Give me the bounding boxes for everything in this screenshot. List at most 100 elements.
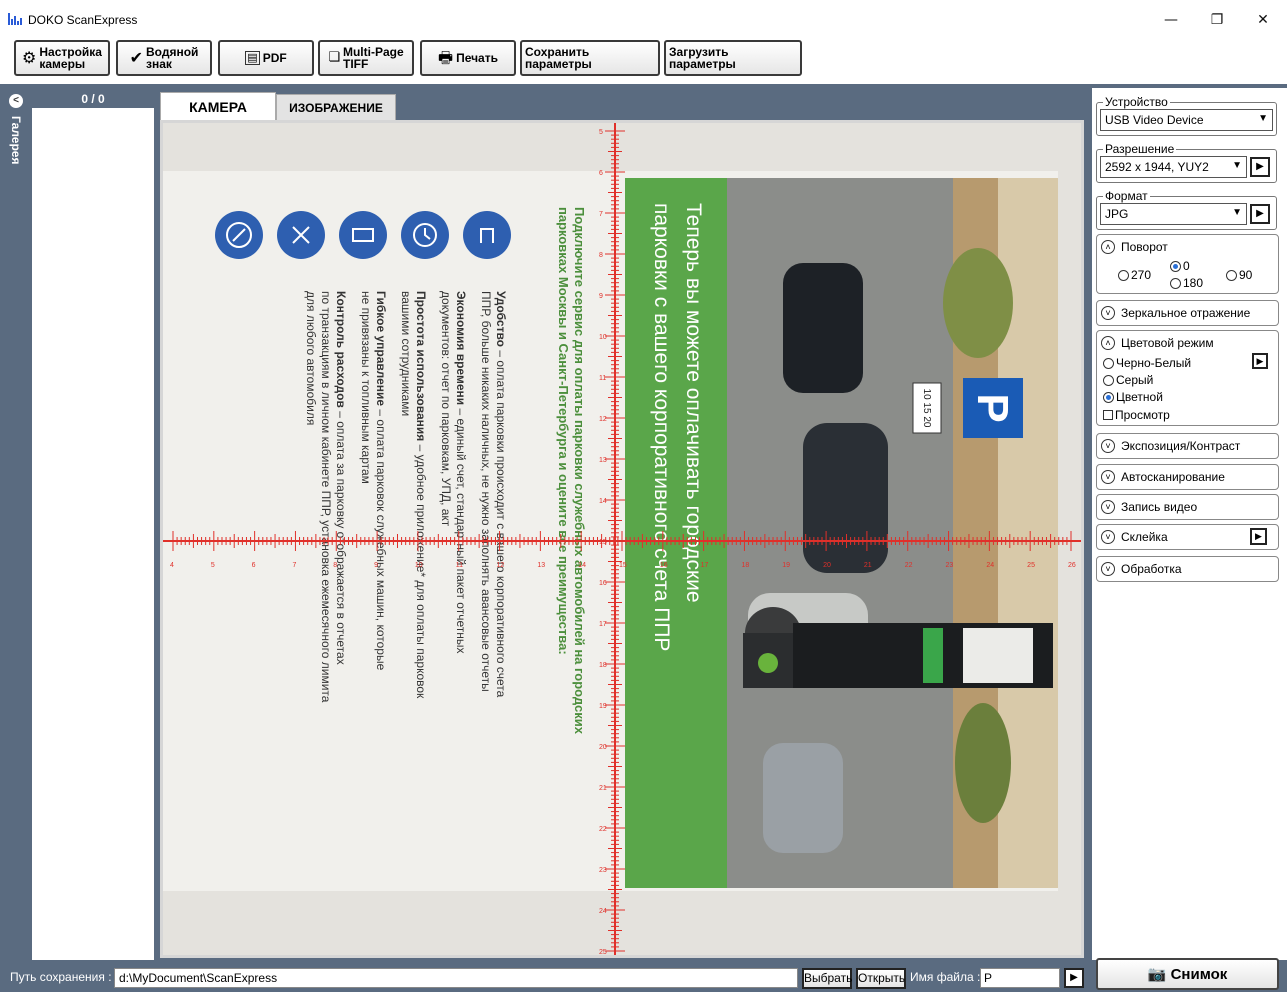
benefit-item-5: Контроль расходов – оплата за парковку о…	[334, 291, 348, 665]
play-icon: ▶	[1255, 531, 1262, 541]
play-icon: ▶	[1070, 972, 1078, 983]
close-button[interactable]: ✕	[1240, 8, 1286, 32]
ruler-v-label: 17	[599, 621, 607, 628]
choose-folder-button[interactable]: Выбрать	[802, 968, 852, 989]
processing-section[interactable]: ˅ Обработка	[1096, 556, 1279, 582]
load-params-button[interactable]: Загрузить параметры	[664, 40, 802, 76]
format-select[interactable]: JPG ▼	[1100, 203, 1247, 225]
ruler-h-label: 19	[782, 562, 790, 569]
device-legend: Устройство	[1103, 95, 1170, 109]
mirror-section[interactable]: ˅ Зеркальное отражение	[1096, 300, 1279, 326]
rotation-180-radio[interactable]: 180	[1170, 276, 1203, 290]
parking-hours: 10 15 20	[921, 389, 932, 428]
resolution-select[interactable]: 2592 x 1944, YUY2 ▼	[1100, 156, 1247, 178]
multipage-tiff-button[interactable]: ❏ Multi-Page TIFF	[318, 40, 414, 76]
video-section[interactable]: ˅ Запись видео	[1096, 494, 1279, 520]
save-params-button[interactable]: Сохранить параметры	[520, 40, 660, 76]
color-mode-title: Цветовой режим	[1121, 336, 1214, 350]
tab-image[interactable]: ИЗОБРАЖЕНИЕ	[276, 94, 396, 120]
ruler-h-label: 17	[701, 562, 709, 569]
resolution-settings-button[interactable]: ▶	[1250, 157, 1270, 177]
rotation-90-radio[interactable]: 90	[1226, 268, 1252, 282]
ruler-h-label: 25	[1027, 562, 1035, 569]
multipage-tiff-label: Multi-Page TIFF	[342, 45, 404, 71]
tab-bar: КАМЕРА ИЗОБРАЖЕНИЕ	[158, 92, 1084, 120]
hand-icon	[463, 211, 511, 259]
ruler-h-label: 14	[578, 562, 586, 569]
chevron-left-icon[interactable]: <	[9, 94, 23, 108]
save-path-input[interactable]: d:\MyDocument\ScanExpress	[114, 968, 798, 988]
ruler-h-label: 12	[497, 562, 505, 569]
filename-input[interactable]: P	[980, 968, 1060, 988]
minimize-button[interactable]: —	[1148, 8, 1194, 32]
title-bar: DOKO ScanExpress — ❐ ✕	[0, 0, 1287, 32]
gallery-strip	[0, 88, 30, 966]
print-button[interactable]: 🖶 Печать	[420, 40, 516, 76]
ruler-v-label: 25	[599, 949, 607, 955]
snapshot-button[interactable]: 📷 Снимок	[1096, 958, 1279, 990]
video-title: Запись видео	[1121, 500, 1198, 514]
rotation-270-radio[interactable]: 270	[1118, 268, 1151, 282]
rotation-0-radio[interactable]: 0	[1170, 259, 1190, 273]
device-select[interactable]: USB Video Device ▼	[1100, 109, 1273, 131]
chevron-up-icon[interactable]: ˄	[1101, 336, 1115, 350]
format-settings-button[interactable]: ▶	[1250, 204, 1270, 224]
ruler-h-label: 23	[946, 562, 954, 569]
preview-checkbox[interactable]: Просмотр	[1103, 408, 1170, 422]
toolbar: ⚙ Настройка камеры ✔ Водяной знак ▤ PDF …	[0, 32, 1287, 86]
ruler-h-label: 15	[619, 562, 627, 569]
phone-icon	[339, 211, 387, 259]
chevron-up-icon[interactable]: ˄	[1101, 240, 1115, 254]
ruler-h-label: 7	[292, 562, 296, 569]
color-color-radio[interactable]: Цветной	[1103, 390, 1163, 404]
ruler-h-label: 22	[905, 562, 913, 569]
watermark-button[interactable]: ✔ Водяной знак	[116, 40, 212, 76]
gallery-label[interactable]: Галерея	[9, 116, 23, 186]
dropdown-arrow-icon: ▼	[1232, 207, 1242, 218]
gallery-list[interactable]	[32, 108, 154, 960]
pdf-button[interactable]: ▤ PDF	[218, 40, 314, 76]
chevron-down-icon: ˅	[1101, 306, 1115, 320]
stitch-settings-button[interactable]: ▶	[1250, 528, 1267, 545]
play-icon: ▶	[1256, 161, 1264, 172]
camera-viewport[interactable]: P 10 15 20 Теперь вы можете оплачивать г…	[160, 120, 1084, 958]
ruler-h-label: 24	[986, 562, 994, 569]
ruler-v-label: 16	[599, 580, 607, 587]
play-icon: ▶	[1256, 208, 1264, 219]
ruler-v-label: 13	[599, 457, 607, 464]
resolution-legend: Разрешение	[1103, 142, 1177, 156]
camera-preview-image: P 10 15 20 Теперь вы можете оплачивать г…	[163, 123, 1081, 955]
app-window: DOKO ScanExpress — ❐ ✕ ⚙ Настройка камер…	[0, 0, 1287, 992]
autoscan-section[interactable]: ˅ Автосканирование	[1096, 464, 1279, 490]
ruler-h-label: 10	[415, 562, 423, 569]
chevron-down-icon: ˅	[1101, 530, 1115, 544]
ruler-h-label: 6	[252, 562, 256, 569]
camera-settings-button[interactable]: ⚙ Настройка камеры	[14, 40, 110, 76]
format-legend: Формат	[1103, 189, 1150, 203]
ruler-h-label: 11	[456, 562, 463, 569]
ruler-h-label: 20	[823, 562, 831, 569]
exposure-section[interactable]: ˅ Экспозиция/Контраст	[1096, 433, 1279, 459]
ruler-v-label: 10	[599, 334, 607, 341]
color-bw-radio[interactable]: Черно-Белый	[1103, 356, 1191, 370]
bw-settings-button[interactable]: ▶	[1252, 353, 1268, 369]
open-folder-button[interactable]: Открыть	[856, 968, 906, 989]
pdf-icon: ▤	[245, 51, 260, 65]
restore-button[interactable]: ❐	[1194, 8, 1240, 32]
filename-options-button[interactable]: ▶	[1064, 968, 1084, 988]
ruler-v-label: 22	[599, 826, 607, 833]
mirror-title: Зеркальное отражение	[1121, 306, 1251, 320]
printer-icon: 🖶	[437, 48, 454, 67]
headline-line-1: Теперь вы можете оплачивать городские	[682, 203, 705, 603]
play-icon: ▶	[1256, 356, 1264, 366]
ruler-v-label: 18	[599, 662, 607, 669]
tab-camera[interactable]: КАМЕРА	[160, 92, 276, 120]
ruler-v-label: 23	[599, 867, 607, 874]
filename-label: Имя файла :	[910, 970, 981, 984]
dropdown-arrow-icon: ▼	[1232, 160, 1242, 171]
ruler-v-label: 9	[599, 293, 603, 300]
color-gray-radio[interactable]: Серый	[1103, 373, 1153, 387]
ruler-h-label: 4	[170, 562, 174, 569]
camera-settings-label: Настройка камеры	[39, 45, 102, 71]
app-logo-icon	[8, 13, 22, 25]
